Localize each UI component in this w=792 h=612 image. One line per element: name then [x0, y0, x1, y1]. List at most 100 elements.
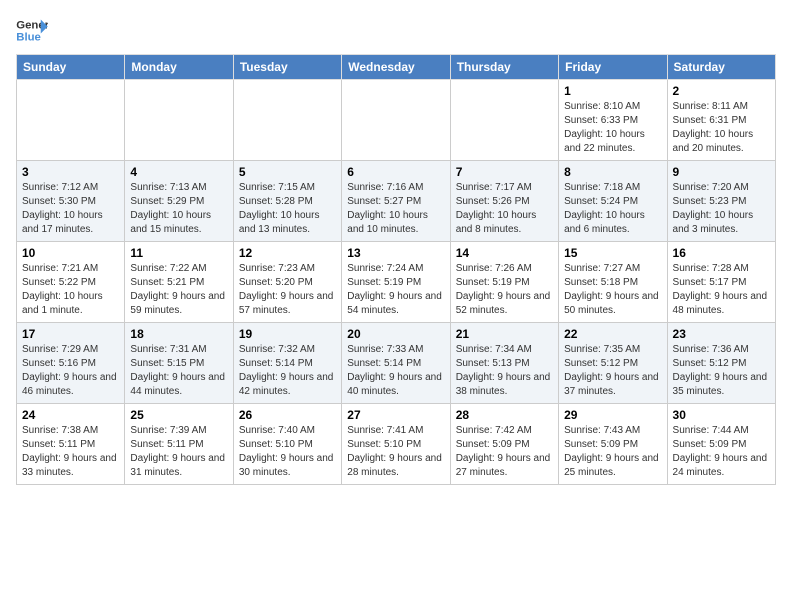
- day-info: Sunrise: 7:43 AM Sunset: 5:09 PM Dayligh…: [564, 424, 661, 480]
- logo-icon: General Blue: [16, 16, 48, 44]
- calendar-cell: 4 Sunrise: 7:13 AM Sunset: 5:29 PM Daylig…: [125, 161, 233, 242]
- day-info: Sunrise: 7:27 AM Sunset: 5:18 PM Dayligh…: [564, 262, 661, 318]
- day-number: 23: [673, 327, 770, 341]
- day-number: 22: [564, 327, 661, 341]
- calendar-cell: 21 Sunrise: 7:34 AM Sunset: 5:13 PM Dayli…: [450, 323, 558, 404]
- calendar-cell: 2 Sunrise: 8:11 AM Sunset: 6:31 PM Daylig…: [667, 80, 775, 161]
- day-number: 30: [673, 408, 770, 422]
- calendar-cell: 3 Sunrise: 7:12 AM Sunset: 5:30 PM Daylig…: [17, 161, 125, 242]
- day-number: 2: [673, 84, 770, 98]
- day-info: Sunrise: 7:26 AM Sunset: 5:19 PM Dayligh…: [456, 262, 553, 318]
- calendar-cell: 26 Sunrise: 7:40 AM Sunset: 5:10 PM Dayli…: [233, 404, 341, 485]
- day-info: Sunrise: 7:17 AM Sunset: 5:26 PM Dayligh…: [456, 181, 553, 237]
- calendar-cell: [125, 80, 233, 161]
- day-number: 1: [564, 84, 661, 98]
- day-info: Sunrise: 7:40 AM Sunset: 5:10 PM Dayligh…: [239, 424, 336, 480]
- day-number: 21: [456, 327, 553, 341]
- day-number: 11: [130, 246, 227, 260]
- calendar-cell: [450, 80, 558, 161]
- day-info: Sunrise: 7:28 AM Sunset: 5:17 PM Dayligh…: [673, 262, 770, 318]
- calendar-cell: 11 Sunrise: 7:22 AM Sunset: 5:21 PM Dayli…: [125, 242, 233, 323]
- day-info: Sunrise: 7:33 AM Sunset: 5:14 PM Dayligh…: [347, 343, 444, 399]
- day-number: 29: [564, 408, 661, 422]
- calendar-cell: 23Sunrise: 7:36 AM Sunset: 5:12 PM Dayli…: [667, 323, 775, 404]
- day-info: Sunrise: 7:44 AM Sunset: 5:09 PM Dayligh…: [673, 424, 770, 480]
- calendar-cell: [342, 80, 450, 161]
- day-number: 18: [130, 327, 227, 341]
- header-tuesday: Tuesday: [233, 55, 341, 80]
- day-info: Sunrise: 7:16 AM Sunset: 5:27 PM Dayligh…: [347, 181, 444, 237]
- day-number: 3: [22, 165, 119, 179]
- calendar-cell: 6 Sunrise: 7:16 AM Sunset: 5:27 PM Daylig…: [342, 161, 450, 242]
- header-friday: Friday: [559, 55, 667, 80]
- day-number: 26: [239, 408, 336, 422]
- day-info: Sunrise: 7:22 AM Sunset: 5:21 PM Dayligh…: [130, 262, 227, 318]
- calendar-cell: 12 Sunrise: 7:23 AM Sunset: 5:20 PM Dayli…: [233, 242, 341, 323]
- calendar-cell: 19 Sunrise: 7:32 AM Sunset: 5:14 PM Dayli…: [233, 323, 341, 404]
- calendar-cell: 30 Sunrise: 7:44 AM Sunset: 5:09 PM Dayli…: [667, 404, 775, 485]
- header-saturday: Saturday: [667, 55, 775, 80]
- calendar-header-row: SundayMondayTuesdayWednesdayThursdayFrid…: [17, 55, 776, 80]
- calendar-cell: 14 Sunrise: 7:26 AM Sunset: 5:19 PM Dayli…: [450, 242, 558, 323]
- calendar-cell: 29 Sunrise: 7:43 AM Sunset: 5:09 PM Dayli…: [559, 404, 667, 485]
- calendar-cell: 8 Sunrise: 7:18 AM Sunset: 5:24 PM Daylig…: [559, 161, 667, 242]
- day-number: 12: [239, 246, 336, 260]
- day-info: Sunrise: 7:21 AM Sunset: 5:22 PM Dayligh…: [22, 262, 119, 318]
- calendar-cell: 27Sunrise: 7:41 AM Sunset: 5:10 PM Dayli…: [342, 404, 450, 485]
- day-info: Sunrise: 7:39 AM Sunset: 5:11 PM Dayligh…: [130, 424, 227, 480]
- day-number: 13: [347, 246, 444, 260]
- day-number: 4: [130, 165, 227, 179]
- day-info: Sunrise: 7:32 AM Sunset: 5:14 PM Dayligh…: [239, 343, 336, 399]
- day-number: 16: [673, 246, 770, 260]
- day-number: 14: [456, 246, 553, 260]
- day-info: Sunrise: 7:12 AM Sunset: 5:30 PM Dayligh…: [22, 181, 119, 237]
- calendar-cell: 25 Sunrise: 7:39 AM Sunset: 5:11 PM Dayli…: [125, 404, 233, 485]
- calendar-week-4: 17 Sunrise: 7:29 AM Sunset: 5:16 PM Dayli…: [17, 323, 776, 404]
- calendar-cell: 9 Sunrise: 7:20 AM Sunset: 5:23 PM Daylig…: [667, 161, 775, 242]
- day-number: 24: [22, 408, 119, 422]
- calendar-cell: 1 Sunrise: 8:10 AM Sunset: 6:33 PM Daylig…: [559, 80, 667, 161]
- calendar-cell: [233, 80, 341, 161]
- day-info: Sunrise: 7:41 AM Sunset: 5:10 PM Dayligh…: [347, 424, 444, 480]
- calendar-cell: 18Sunrise: 7:31 AM Sunset: 5:15 PM Dayli…: [125, 323, 233, 404]
- calendar-cell: 28 Sunrise: 7:42 AM Sunset: 5:09 PM Dayli…: [450, 404, 558, 485]
- day-number: 20: [347, 327, 444, 341]
- calendar-cell: 15Sunrise: 7:27 AM Sunset: 5:18 PM Dayli…: [559, 242, 667, 323]
- calendar-cell: 5Sunrise: 7:15 AM Sunset: 5:28 PM Daylig…: [233, 161, 341, 242]
- day-info: Sunrise: 7:29 AM Sunset: 5:16 PM Dayligh…: [22, 343, 119, 399]
- day-info: Sunrise: 7:20 AM Sunset: 5:23 PM Dayligh…: [673, 181, 770, 237]
- calendar-cell: 16 Sunrise: 7:28 AM Sunset: 5:17 PM Dayli…: [667, 242, 775, 323]
- day-info: Sunrise: 8:11 AM Sunset: 6:31 PM Dayligh…: [673, 100, 770, 156]
- svg-text:Blue: Blue: [16, 32, 41, 44]
- calendar-cell: 7Sunrise: 7:17 AM Sunset: 5:26 PM Daylig…: [450, 161, 558, 242]
- header-thursday: Thursday: [450, 55, 558, 80]
- calendar-cell: 10 Sunrise: 7:21 AM Sunset: 5:22 PM Dayli…: [17, 242, 125, 323]
- day-info: Sunrise: 7:34 AM Sunset: 5:13 PM Dayligh…: [456, 343, 553, 399]
- calendar: SundayMondayTuesdayWednesdayThursdayFrid…: [16, 54, 776, 485]
- day-number: 9: [673, 165, 770, 179]
- day-number: 10: [22, 246, 119, 260]
- calendar-cell: [17, 80, 125, 161]
- day-info: Sunrise: 7:23 AM Sunset: 5:20 PM Dayligh…: [239, 262, 336, 318]
- day-number: 28: [456, 408, 553, 422]
- calendar-week-2: 3 Sunrise: 7:12 AM Sunset: 5:30 PM Daylig…: [17, 161, 776, 242]
- calendar-cell: 22Sunrise: 7:35 AM Sunset: 5:12 PM Dayli…: [559, 323, 667, 404]
- day-info: Sunrise: 7:42 AM Sunset: 5:09 PM Dayligh…: [456, 424, 553, 480]
- day-number: 8: [564, 165, 661, 179]
- page-header: General Blue: [16, 16, 776, 44]
- header-monday: Monday: [125, 55, 233, 80]
- day-info: Sunrise: 8:10 AM Sunset: 6:33 PM Dayligh…: [564, 100, 661, 156]
- logo: General Blue: [16, 16, 48, 44]
- day-info: Sunrise: 7:13 AM Sunset: 5:29 PM Dayligh…: [130, 181, 227, 237]
- calendar-week-1: 1 Sunrise: 8:10 AM Sunset: 6:33 PM Daylig…: [17, 80, 776, 161]
- day-number: 6: [347, 165, 444, 179]
- calendar-week-5: 24Sunrise: 7:38 AM Sunset: 5:11 PM Dayli…: [17, 404, 776, 485]
- day-info: Sunrise: 7:24 AM Sunset: 5:19 PM Dayligh…: [347, 262, 444, 318]
- day-number: 25: [130, 408, 227, 422]
- calendar-cell: 24Sunrise: 7:38 AM Sunset: 5:11 PM Dayli…: [17, 404, 125, 485]
- day-info: Sunrise: 7:18 AM Sunset: 5:24 PM Dayligh…: [564, 181, 661, 237]
- calendar-week-3: 10 Sunrise: 7:21 AM Sunset: 5:22 PM Dayli…: [17, 242, 776, 323]
- day-number: 17: [22, 327, 119, 341]
- header-sunday: Sunday: [17, 55, 125, 80]
- day-number: 19: [239, 327, 336, 341]
